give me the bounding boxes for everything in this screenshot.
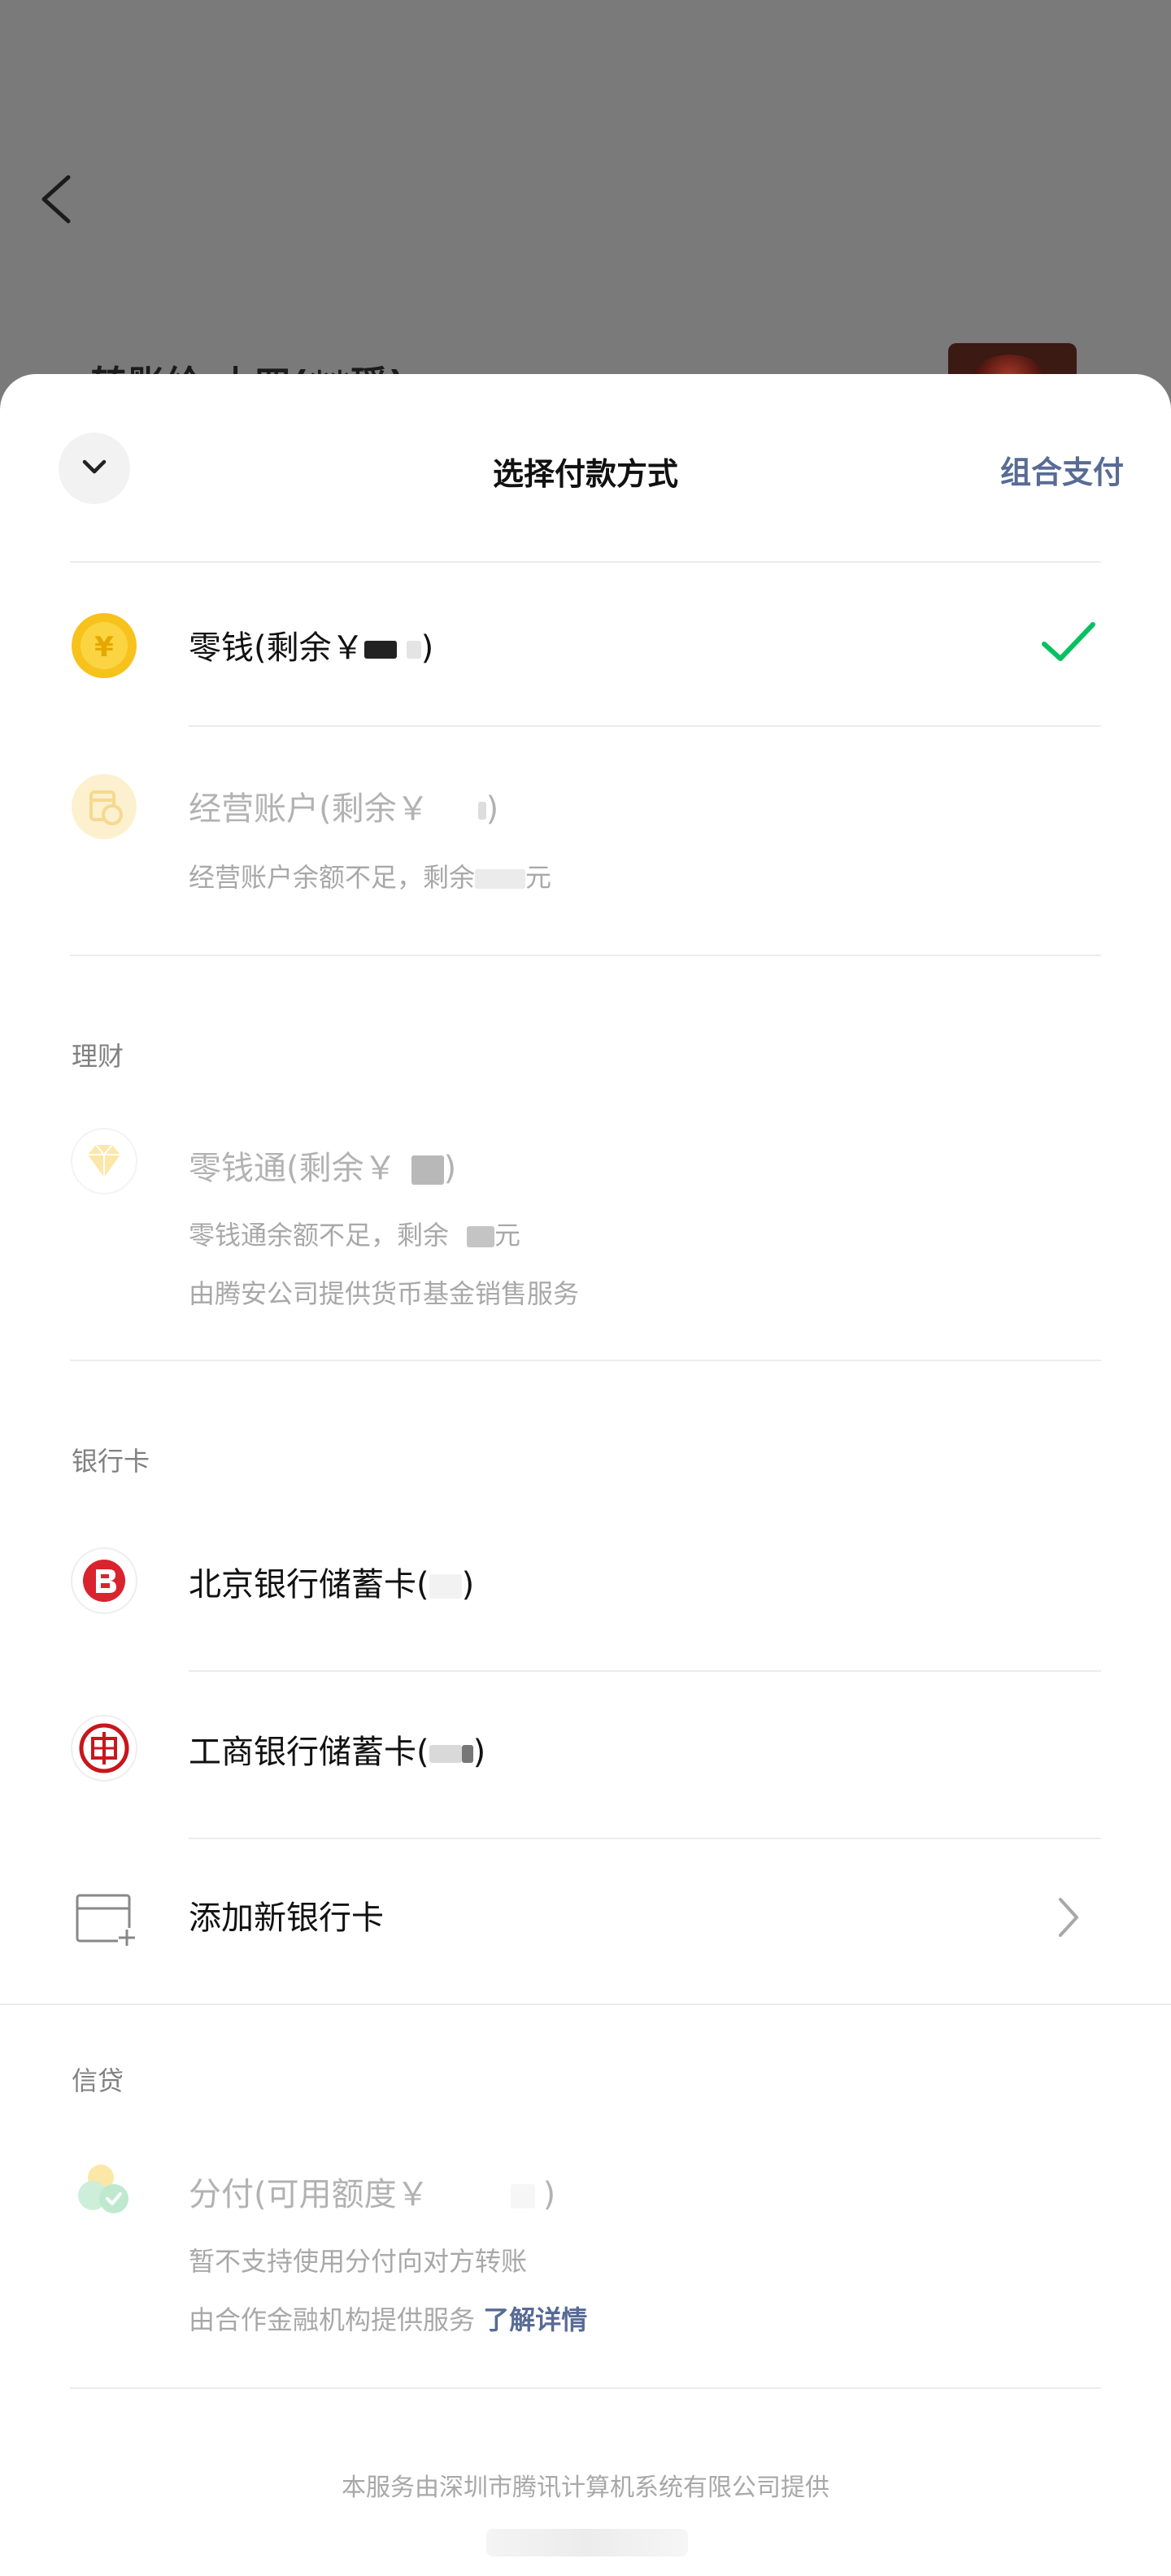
divider — [70, 2387, 1101, 2389]
divider — [0, 2004, 1171, 2005]
chevron-right-icon — [1056, 1896, 1080, 1942]
svg-text:¥: ¥ — [94, 631, 114, 664]
sheet-header: 选择付款方式 组合支付 — [0, 374, 1171, 561]
bank-of-beijing-icon — [70, 1547, 138, 1615]
payment-option-business-account: 经营账户(剩余￥) 经营账户余额不足，剩余元 — [0, 727, 1171, 955]
diamond-icon — [70, 1127, 138, 1195]
learn-more-link[interactable]: 了解详情 — [483, 2304, 587, 2335]
business-account-label: 经营账户(剩余￥) — [189, 790, 499, 828]
section-label-wealth: 理财 — [72, 1041, 124, 1072]
payment-method-sheet: 选择付款方式 组合支付 ¥ 零钱(剩余￥) 经营账户(剩余￥) 经营账户余额不… — [0, 374, 1171, 2576]
payment-option-bank-of-beijing[interactable]: 北京银行储蓄卡() — [0, 1508, 1171, 1670]
section-label-credit: 信贷 — [72, 2065, 124, 2096]
fenfu-icon — [70, 2155, 138, 2223]
lqt-note-balance: 零钱通余额不足，剩余元 — [189, 1220, 521, 1251]
payment-option-fenfu: 分付(可用额度￥) 暂不支持使用分付向对方转账 由合作金融机构提供服务 了解详情 — [0, 2130, 1171, 2374]
add-new-bank-card-button[interactable]: 添加新银行卡 — [0, 1839, 1171, 2002]
payment-option-wallet[interactable]: ¥ 零钱(剩余￥) — [0, 563, 1171, 725]
fenfu-note-unsupported: 暂不支持使用分付向对方转账 — [189, 2246, 528, 2277]
combo-pay-button[interactable]: 组合支付 — [1000, 447, 1124, 492]
divider — [70, 1360, 1101, 1361]
divider — [70, 955, 1101, 956]
add-card-label: 添加新银行卡 — [189, 1899, 384, 1937]
fenfu-label: 分付(可用额度￥) — [189, 2176, 556, 2213]
back-arrow-icon[interactable] — [36, 171, 76, 228]
icbc-icon — [70, 1714, 138, 1782]
lqt-note-provider: 由腾安公司提供货币基金销售服务 — [189, 1278, 580, 1309]
business-account-note: 经营账户余额不足，剩余元 — [189, 862, 552, 893]
lqt-label: 零钱通(剩余￥) — [189, 1150, 457, 1187]
add-card-icon — [70, 1885, 143, 1953]
footer-provider-text: 本服务由深圳市腾讯计算机系统有限公司提供 — [342, 2474, 829, 2502]
bank-card-label: 工商银行储蓄卡() — [189, 1734, 486, 1771]
wallet-label: 零钱(剩余￥) — [189, 629, 434, 667]
fenfu-note-provider: 由合作金融机构提供服务 了解详情 — [189, 2304, 588, 2335]
payment-option-icbc[interactable]: 工商银行储蓄卡() — [0, 1672, 1171, 1838]
coin-icon: ¥ — [70, 611, 138, 680]
bank-card-label: 北京银行储蓄卡() — [189, 1566, 475, 1603]
selected-check-icon — [1039, 618, 1098, 670]
home-indicator — [486, 2529, 688, 2556]
section-label-bank-card: 银行卡 — [72, 1446, 150, 1477]
payment-option-lqt: 零钱通(剩余￥) 零钱通余额不足，剩余元 由腾安公司提供货币基金销售服务 — [0, 1106, 1171, 1350]
background-page: 转账给 小四(**瑶) — [0, 0, 1171, 441]
business-account-icon — [70, 772, 138, 841]
sheet-title: 选择付款方式 — [492, 456, 678, 492]
